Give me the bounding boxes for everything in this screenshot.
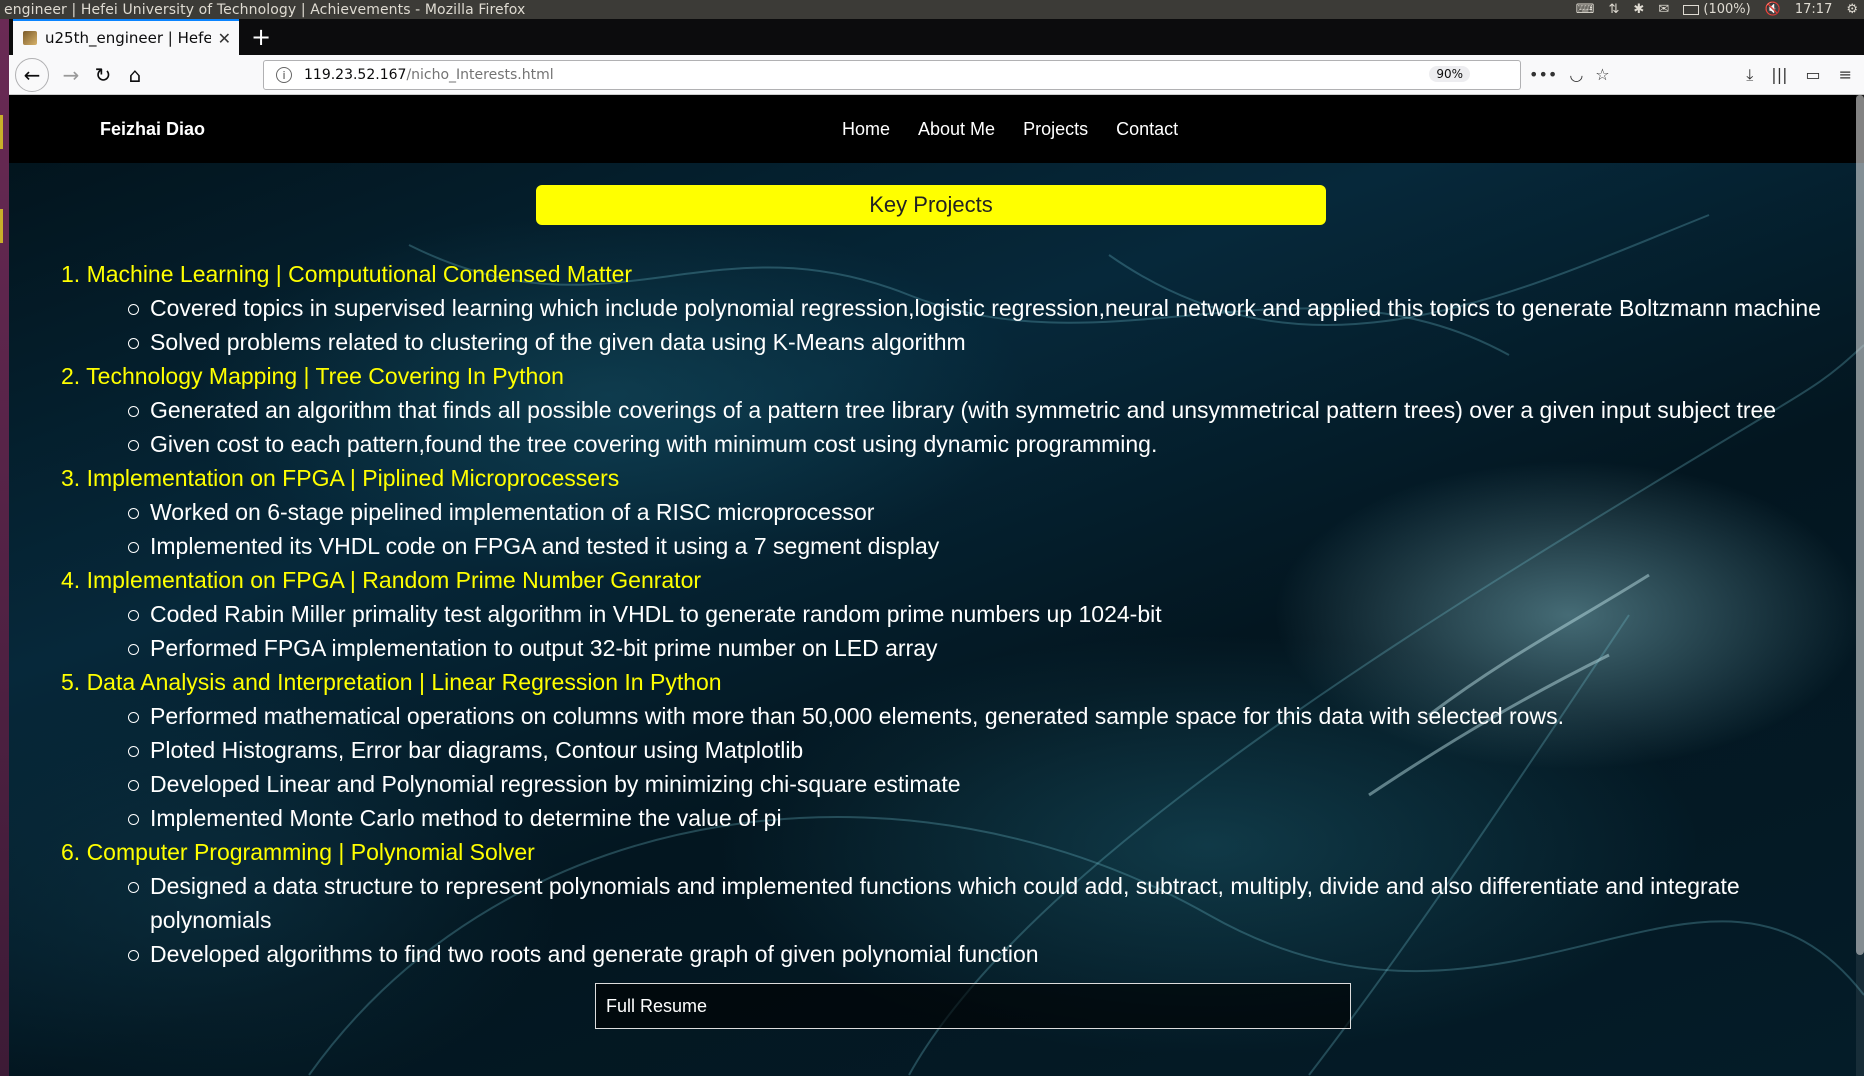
mail-icon[interactable]: ✉ bbox=[1658, 2, 1669, 17]
project-bullet: Performed FPGA implementation to output … bbox=[128, 631, 1861, 665]
project-title: 6. Computer Programming | Polynomial Sol… bbox=[61, 839, 535, 865]
battery-indicator[interactable]: (100%) bbox=[1683, 2, 1751, 17]
battery-icon bbox=[1683, 4, 1700, 15]
project-bullet: Covered topics in supervised learning wh… bbox=[128, 291, 1861, 325]
nav-contact[interactable]: Contact bbox=[1116, 119, 1178, 140]
keyboard-icon[interactable]: ⌨ bbox=[1576, 2, 1595, 17]
reload-icon[interactable]: ↻ bbox=[89, 61, 117, 89]
nav-projects[interactable]: Projects bbox=[1023, 119, 1088, 140]
settings-gear-icon[interactable]: ⚙ bbox=[1846, 2, 1858, 17]
clock[interactable]: 17:17 bbox=[1795, 2, 1832, 17]
project-bullet: Ploted Histograms, Error bar diagrams, C… bbox=[128, 733, 1861, 767]
project-title: 1. Machine Learning | Compututional Cond… bbox=[61, 261, 633, 287]
full-resume-button[interactable]: Full Resume bbox=[595, 983, 1351, 1029]
library-icon[interactable]: ||| bbox=[1771, 65, 1787, 85]
tab-bar: u25th_engineer | Hefei U ✕ + bbox=[9, 19, 1864, 55]
download-icon[interactable]: ⤓ bbox=[1746, 65, 1753, 85]
site-nav-links: Home About Me Projects Contact bbox=[842, 119, 1178, 140]
bookmark-star-icon[interactable]: ☆ bbox=[1595, 65, 1609, 84]
project-bullets: Designed a data structure to represent p… bbox=[61, 869, 1861, 971]
toolbar-right: ⤓ ||| ▭ ≡ bbox=[1746, 65, 1852, 85]
nav-home[interactable]: Home bbox=[842, 119, 890, 140]
forward-arrow-icon[interactable]: → bbox=[57, 61, 85, 89]
project-bullet: Developed algorithms to find two roots a… bbox=[128, 937, 1861, 971]
volume-icon[interactable]: 🔇 bbox=[1765, 2, 1781, 17]
zoom-level[interactable]: 90% bbox=[1429, 66, 1470, 82]
launcher-strip bbox=[0, 19, 9, 1076]
project-bullet: Designed a data structure to represent p… bbox=[128, 869, 1861, 937]
project-bullets: Covered topics in supervised learning wh… bbox=[61, 291, 1861, 359]
project-bullet: Worked on 6-stage pipelined implementati… bbox=[128, 495, 1861, 529]
web-page: Feizhai Diao Home About Me Projects Cont… bbox=[9, 95, 1864, 1076]
tab-title: u25th_engineer | Hefei U bbox=[45, 29, 211, 47]
launcher-indicator bbox=[0, 209, 3, 243]
project-bullet: Performed mathematical operations on col… bbox=[128, 699, 1861, 733]
scrollbar-thumb[interactable] bbox=[1856, 95, 1864, 955]
browser-tab[interactable]: u25th_engineer | Hefei U ✕ bbox=[13, 19, 239, 55]
page-actions: ••• ◡ ☆ bbox=[1529, 65, 1610, 84]
more-actions-icon[interactable]: ••• bbox=[1529, 65, 1557, 84]
project-bullet: Developed Linear and Polynomial regressi… bbox=[128, 767, 1861, 801]
project-bullet: Implemented its VHDL code on FPGA and te… bbox=[128, 529, 1861, 563]
project-bullet: Implemented Monte Carlo method to determ… bbox=[128, 801, 1861, 835]
project-title: 3. Implementation on FPGA | Piplined Mic… bbox=[61, 465, 620, 491]
project-title: 2. Technology Mapping | Tree Covering In… bbox=[61, 363, 564, 389]
address-bar[interactable]: i 119.23.52.167/nicho_Interests.html 90% bbox=[263, 60, 1521, 90]
window-title: engineer | Hefei University of Technolog… bbox=[4, 1, 526, 18]
home-icon[interactable]: ⌂ bbox=[121, 61, 149, 89]
project-bullet: Generated an algorithm that finds all po… bbox=[128, 393, 1861, 427]
new-tab-plus-icon[interactable]: + bbox=[251, 23, 271, 51]
project-bullet: Coded Rabin Miller primality test algori… bbox=[128, 597, 1861, 631]
project-bullets: Worked on 6-stage pipelined implementati… bbox=[61, 495, 1861, 563]
url-host: 119.23.52.167 bbox=[304, 67, 407, 83]
project-title: 5. Data Analysis and Interpretation | Li… bbox=[61, 669, 722, 695]
project-bullet: Solved problems related to clustering of… bbox=[128, 325, 1861, 359]
key-projects-button[interactable]: Key Projects bbox=[536, 185, 1326, 225]
nav-about-me[interactable]: About Me bbox=[918, 119, 995, 140]
page-scrollbar[interactable] bbox=[1856, 95, 1864, 1076]
pocket-icon[interactable]: ◡ bbox=[1569, 65, 1583, 84]
close-icon[interactable]: ✕ bbox=[218, 29, 231, 48]
browser-toolbar: ← → ↻ ⌂ i 119.23.52.167/nicho_Interests.… bbox=[9, 55, 1864, 95]
info-icon[interactable]: i bbox=[276, 67, 292, 83]
back-arrow-icon[interactable]: ← bbox=[15, 58, 49, 92]
network-icon[interactable]: ⇅ bbox=[1609, 2, 1620, 17]
menu-hamburger-icon[interactable]: ≡ bbox=[1839, 65, 1852, 85]
project-title: 4. Implementation on FPGA | Random Prime… bbox=[61, 567, 702, 593]
projects-list: 1. Machine Learning | Compututional Cond… bbox=[61, 257, 1861, 971]
project-bullets: Coded Rabin Miller primality test algori… bbox=[61, 597, 1861, 665]
project-bullet: Given cost to each pattern,found the tre… bbox=[128, 427, 1861, 461]
bluetooth-icon[interactable]: ✱ bbox=[1633, 2, 1644, 17]
project-bullets: Performed mathematical operations on col… bbox=[61, 699, 1861, 835]
favicon-icon bbox=[23, 31, 37, 45]
battery-percent: (100%) bbox=[1703, 2, 1751, 17]
launcher-indicator bbox=[0, 115, 3, 149]
os-top-panel: engineer | Hefei University of Technolog… bbox=[0, 0, 1864, 19]
site-navbar: Feizhai Diao Home About Me Projects Cont… bbox=[9, 95, 1864, 163]
system-tray: ⌨ ⇅ ✱ ✉ (100%) 🔇 17:17 ⚙ bbox=[1576, 0, 1858, 19]
site-brand[interactable]: Feizhai Diao bbox=[100, 119, 205, 140]
sidebar-icon[interactable]: ▭ bbox=[1805, 65, 1820, 85]
url-path: /nicho_Interests.html bbox=[406, 67, 554, 83]
project-bullets: Generated an algorithm that finds all po… bbox=[61, 393, 1861, 461]
